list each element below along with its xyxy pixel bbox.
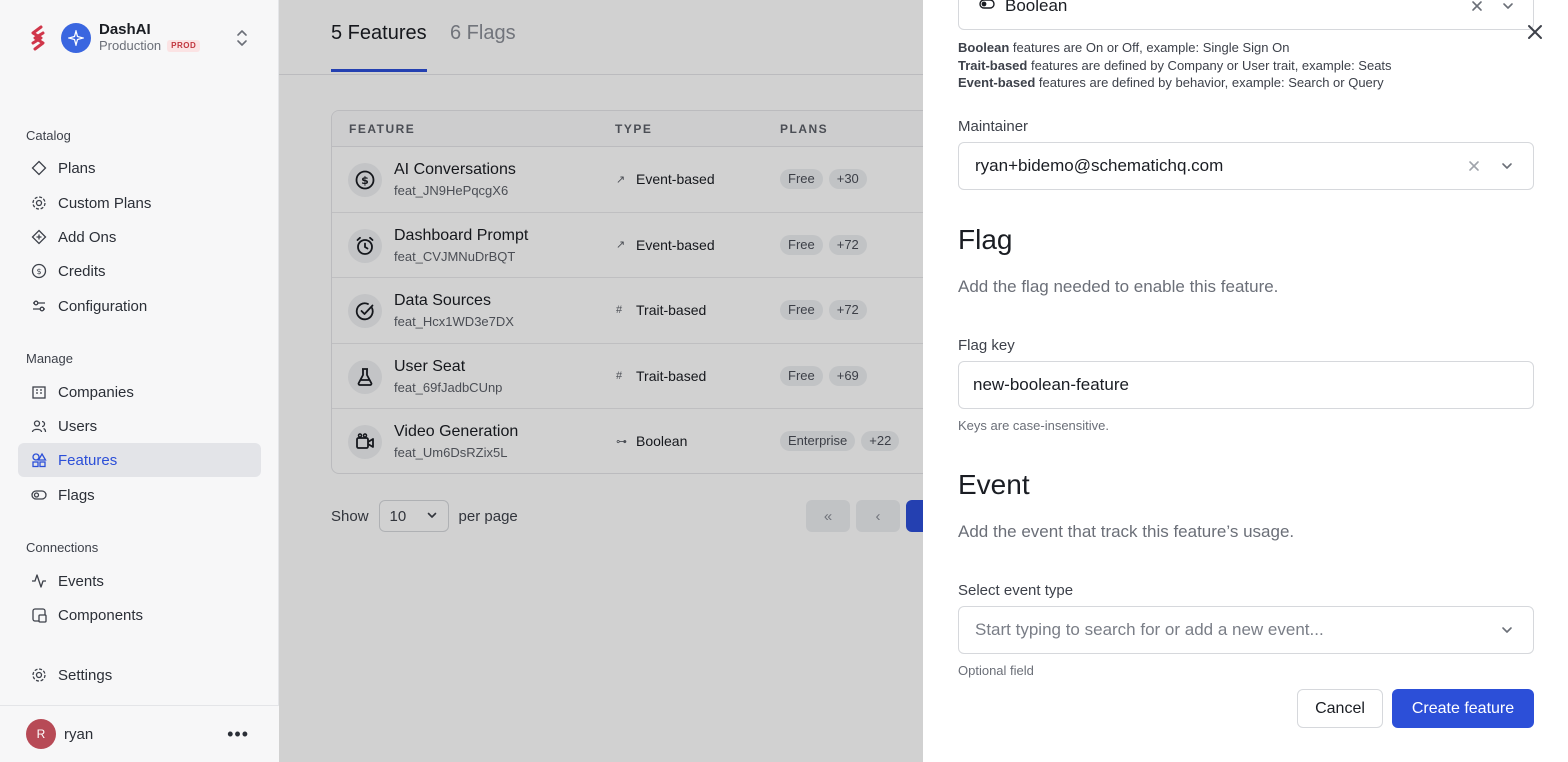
sidebar-item-label: Credits — [58, 262, 106, 280]
clear-icon[interactable] — [1470, 0, 1484, 18]
flag-section-heading: Flag — [958, 224, 1013, 255]
diamond-icon — [30, 159, 48, 177]
section-catalog: Catalog — [26, 128, 71, 143]
building-icon — [30, 383, 48, 401]
close-icon — [1526, 23, 1544, 46]
svg-text:$: $ — [36, 267, 41, 276]
sidebar-item-credits[interactable]: $ Credits — [18, 254, 261, 288]
type-help-term: Trait-based — [958, 57, 1028, 73]
workspace-avatar — [61, 23, 91, 53]
sidebar-item-label: Companies — [58, 383, 134, 401]
event-section-heading: Event — [958, 469, 1030, 500]
maintainer-label: Maintainer — [958, 118, 1029, 135]
sidebar-item-components[interactable]: Components — [18, 598, 261, 632]
flag-key-value: new-boolean-feature — [973, 375, 1129, 394]
user-name: ryan — [64, 725, 94, 743]
sidebar-item-label: Add Ons — [58, 228, 117, 246]
sidebar-item-flags[interactable]: Flags — [18, 478, 261, 512]
type-help-text: features are On or Off, example: Single … — [1009, 40, 1290, 55]
chevron-down-icon[interactable] — [1500, 623, 1514, 642]
sidebar-item-label: Events — [58, 572, 104, 590]
sidebar-item-add-ons[interactable]: Add Ons — [18, 220, 261, 254]
sidebar-item-label: Flags — [58, 486, 95, 504]
workspace-name: DashAI — [99, 21, 151, 38]
chevron-down-icon[interactable] — [1501, 0, 1515, 18]
feature-type-help: Boolean features are On or Off, example:… — [958, 39, 1392, 92]
flag-section-description: Add the flag needed to enable this featu… — [958, 277, 1279, 296]
gear-icon — [30, 194, 48, 212]
sidebar-item-label: Configuration — [58, 297, 148, 315]
dollar-circle-icon: $ — [30, 262, 48, 280]
toggle-icon — [979, 0, 995, 15]
sidebar-item-configuration[interactable]: Configuration — [18, 289, 261, 323]
close-drawer-button[interactable] — [1523, 22, 1547, 46]
event-type-placeholder: Start typing to search for or add a new … — [975, 620, 1324, 639]
sidebar-item-events[interactable]: Events — [18, 564, 261, 598]
users-icon — [30, 417, 48, 435]
flag-key-label: Flag key — [958, 337, 1015, 354]
type-help-term: Boolean — [958, 40, 1010, 55]
user-menu[interactable]: R ryan ••• — [0, 705, 279, 762]
activity-icon — [30, 572, 48, 590]
section-manage: Manage — [26, 351, 73, 366]
schematic-logo-icon — [24, 24, 52, 52]
sidebar-item-settings[interactable]: Settings — [18, 658, 261, 692]
environment-badge: PROD — [167, 40, 201, 52]
sidebar-item-users[interactable]: Users — [18, 409, 261, 443]
event-section-description: Add the event that track this feature’s … — [958, 522, 1295, 541]
create-feature-button[interactable]: Create feature — [1392, 689, 1534, 728]
sidebar-item-custom-plans[interactable]: Custom Plans — [18, 186, 261, 220]
sidebar-item-plans[interactable]: Plans — [18, 151, 261, 185]
component-icon — [30, 606, 48, 624]
sidebar-item-label: Plans — [58, 159, 96, 177]
sidebar-item-label: Users — [58, 417, 98, 435]
create-feature-drawer: Boolean Boolean features are On or Off, … — [923, 0, 1568, 762]
sidebar-item-features[interactable]: Features — [18, 443, 261, 477]
shapes-icon — [30, 451, 48, 469]
more-options-icon[interactable]: ••• — [227, 724, 249, 745]
gear-icon — [30, 666, 48, 684]
avatar: R — [26, 719, 56, 749]
flag-key-hint: Keys are case-insensitive. — [958, 418, 1110, 433]
feature-type-value: Boolean — [1005, 0, 1068, 15]
chevron-down-icon[interactable] — [1500, 159, 1514, 178]
maintainer-value: ryan+bidemo@schematichq.com — [975, 156, 1224, 175]
diamond-plus-icon — [30, 228, 48, 246]
event-type-hint: Optional field — [958, 663, 1034, 678]
workspace-switcher[interactable]: DashAI Production PROD — [24, 16, 254, 60]
environment-name: Production — [99, 38, 162, 53]
type-help-term: Event-based — [958, 75, 1036, 90]
sliders-icon — [30, 297, 48, 315]
sidebar-item-companies[interactable]: Companies — [18, 375, 261, 409]
clear-icon[interactable] — [1467, 159, 1481, 178]
section-connections: Connections — [26, 540, 99, 555]
sidebar-item-label: Components — [58, 606, 144, 624]
event-type-select[interactable]: Start typing to search for or add a new … — [958, 606, 1534, 654]
cancel-button[interactable]: Cancel — [1297, 689, 1383, 728]
sidebar-item-label: Features — [58, 451, 118, 469]
type-help-text: features are defined by Company or User … — [1027, 57, 1392, 73]
type-help-text: features are defined by behavior, exampl… — [1035, 75, 1384, 90]
maintainer-select[interactable]: ryan+bidemo@schematichq.com — [958, 142, 1534, 190]
feature-type-select[interactable]: Boolean — [958, 0, 1534, 30]
sidebar-item-label: Settings — [58, 666, 113, 684]
chevron-up-down-icon[interactable] — [234, 26, 250, 50]
sidebar-item-label: Custom Plans — [58, 194, 152, 212]
sidebar: DashAI Production PROD Catalog Plans Cus… — [0, 0, 279, 762]
toggle-icon — [30, 486, 48, 504]
flag-key-input[interactable]: new-boolean-feature — [958, 361, 1534, 409]
event-type-label: Select event type — [958, 582, 1074, 599]
